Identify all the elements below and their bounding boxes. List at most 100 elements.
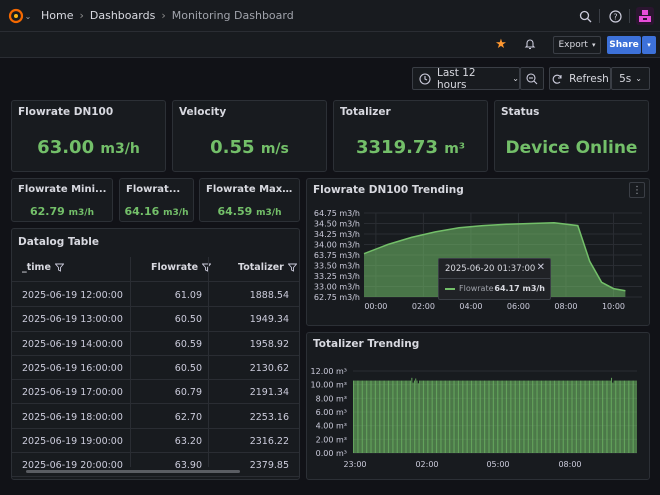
totalizer-bar — [548, 380, 550, 453]
flowrate-area-chart[interactable]: 64.75 m3/h 34.50 m3/h34.25 m3/h 34.00 m3/h… — [307, 179, 650, 326]
totalizer-bar — [380, 380, 382, 453]
stat-panel-flowrate-mean[interactable]: Flowrat... 64.16 m3/h — [119, 178, 194, 222]
divider — [629, 9, 630, 23]
y-tick-label: 0.00 m³ — [316, 449, 347, 458]
cell-time: 2025-06-19 18:00:00 — [22, 411, 123, 423]
table-row[interactable]: 2025-06-19 14:00:00 60.59 1958.92 — [12, 332, 299, 356]
cell-time: 2025-06-19 16:00:00 — [22, 362, 123, 374]
cell-totalizer: 1949.34 — [249, 314, 289, 326]
y-tick-label: 33.00 m3/h — [314, 283, 360, 292]
stat-panel-velocity[interactable]: Velocity 0.55 m/s — [172, 100, 327, 172]
filter-icon[interactable] — [54, 263, 64, 272]
column-header-totalizer[interactable]: Totalizer — [238, 262, 297, 273]
cell-totalizer: 2379.85 — [249, 460, 289, 472]
x-tick-label: 04:00 — [459, 302, 482, 311]
y-tick-label: 62.75 m3/h — [314, 293, 360, 302]
totalizer-bar — [386, 380, 388, 453]
totalizer-bar — [381, 380, 383, 453]
share-button[interactable]: Share — [607, 36, 641, 54]
x-tick-label: 00:00 — [364, 302, 387, 311]
refresh-button[interactable]: Refresh — [549, 67, 611, 90]
cell-totalizer: 1888.54 — [249, 290, 289, 301]
star-icon[interactable]: ★ — [494, 37, 508, 52]
x-tick-label: 06:00 — [507, 302, 530, 311]
close-icon[interactable]: ✕ — [537, 262, 545, 273]
totalizer-bar — [364, 380, 366, 453]
totalizer-bar — [618, 380, 620, 453]
share-dropdown-button[interactable]: ▾ — [642, 36, 656, 54]
breadcrumb-dashboards[interactable]: Dashboards — [90, 9, 155, 22]
totalizer-bar — [565, 380, 567, 453]
totalizer-bar-chart[interactable]: 12.00 m³ 10.00 m³ 8.00 m³ 6.00 m³ 4.00 m³ 2.0… — [307, 333, 650, 480]
cell-flowrate: 60.50 — [174, 314, 202, 326]
time-range-picker[interactable]: Last 12 hours ⌄ — [412, 66, 520, 91]
totalizer-bar — [355, 380, 357, 453]
totalizer-bar — [544, 380, 546, 453]
totalizer-bar — [572, 380, 574, 453]
chevron-down-icon[interactable]: ⌄ — [24, 10, 32, 22]
stat-panel-status[interactable]: Status Device Online — [494, 100, 649, 172]
totalizer-bar — [375, 380, 377, 453]
table-row[interactable]: 2025-06-19 19:00:00 63.20 2316.22 — [12, 429, 299, 454]
column-header-flowrate[interactable]: Flowrate — [151, 262, 212, 273]
totalizer-bar — [578, 380, 580, 453]
horizontal-scrollbar[interactable] — [26, 470, 240, 473]
filter-icon[interactable] — [287, 263, 297, 272]
refresh-interval-picker[interactable]: 5s ⌄ — [611, 67, 650, 90]
cell-time: 2025-06-19 14:00:00 — [22, 338, 123, 350]
totalizer-bar — [596, 380, 598, 453]
export-button[interactable]: Export ▾ — [553, 36, 601, 54]
totalizer-bar — [573, 380, 575, 453]
column-header-time[interactable]: _time — [22, 262, 64, 273]
totalizer-bar — [543, 380, 545, 453]
table-row[interactable]: 2025-06-19 20:00:00 63.90 2379.85 — [12, 453, 299, 478]
totalizer-bar — [398, 380, 400, 453]
totalizer-bar — [395, 380, 397, 453]
totalizer-bar — [635, 380, 637, 453]
totalizer-bar — [359, 380, 361, 453]
cell-time: 2025-06-19 12:00:00 — [22, 290, 123, 301]
grafana-logo-icon[interactable] — [8, 8, 24, 24]
stat-panel-flowrate-min[interactable]: Flowrate Mini... 62.79 m3/h — [11, 178, 113, 222]
table-row[interactable]: 2025-06-19 16:00:00 60.50 2130.62 — [12, 356, 299, 381]
totalizer-bar — [502, 380, 504, 453]
top-nav-bar: ⌄ Home › Dashboards › Monitoring Dashboa… — [0, 0, 660, 32]
help-icon[interactable]: ? — [608, 9, 622, 23]
totalizer-bar — [416, 380, 418, 453]
chart-tooltip: 2025-06-20 01:37:00 ✕ Flowrate 64.17 m3/… — [438, 258, 551, 300]
totalizer-bar — [631, 380, 633, 453]
search-icon[interactable] — [578, 9, 592, 23]
totalizer-bar — [491, 380, 493, 453]
totalizer-bar — [419, 380, 421, 453]
stat-panel-flowrate-max[interactable]: Flowrate Maxi... 64.59 m3/h — [199, 178, 300, 222]
chevron-down-icon: ▾ — [591, 41, 596, 49]
x-tick-label: 08:00 — [558, 460, 581, 469]
totalizer-bar — [356, 380, 358, 453]
table-row[interactable]: 2025-06-19 13:00:00 60.50 1949.34 — [12, 307, 299, 332]
totalizer-bar — [452, 380, 454, 453]
totalizer-bar — [430, 380, 432, 453]
breadcrumb: Home › Dashboards › Monitoring Dashboard — [41, 9, 294, 22]
totalizer-trending-panel: Totalizer Trending 12.00 m³ 10.00 m³ 8.00 … — [306, 332, 650, 480]
stat-panel-totalizer[interactable]: Totalizer 3319.73 m³ — [333, 100, 488, 172]
table-row[interactable]: 2025-06-19 12:00:00 61.09 1888.54 — [12, 283, 299, 308]
zoom-out-icon — [526, 72, 538, 85]
bell-icon[interactable] — [523, 37, 537, 51]
x-tick-label: 02:00 — [415, 460, 438, 469]
zoom-out-button[interactable] — [520, 67, 544, 90]
avatar[interactable] — [636, 7, 654, 25]
stat-panel-flowrate[interactable]: Flowrate DN100 63.00 m3/h — [11, 100, 166, 172]
table-row[interactable]: 2025-06-19 17:00:00 60.79 2191.34 — [12, 380, 299, 405]
totalizer-bar — [529, 380, 531, 453]
totalizer-bar — [483, 380, 485, 453]
table-row[interactable]: 2025-06-19 18:00:00 62.70 2253.16 — [12, 405, 299, 429]
totalizer-bar — [559, 380, 561, 453]
cell-flowrate: 60.59 — [174, 338, 202, 350]
totalizer-bar — [552, 380, 554, 453]
totalizer-bar — [445, 380, 447, 453]
filter-icon[interactable] — [202, 263, 212, 272]
time-range-label: Last 12 hours — [437, 66, 476, 91]
header-divider — [12, 281, 299, 282]
breadcrumb-home[interactable]: Home — [41, 9, 73, 22]
export-label: Export — [558, 40, 588, 50]
